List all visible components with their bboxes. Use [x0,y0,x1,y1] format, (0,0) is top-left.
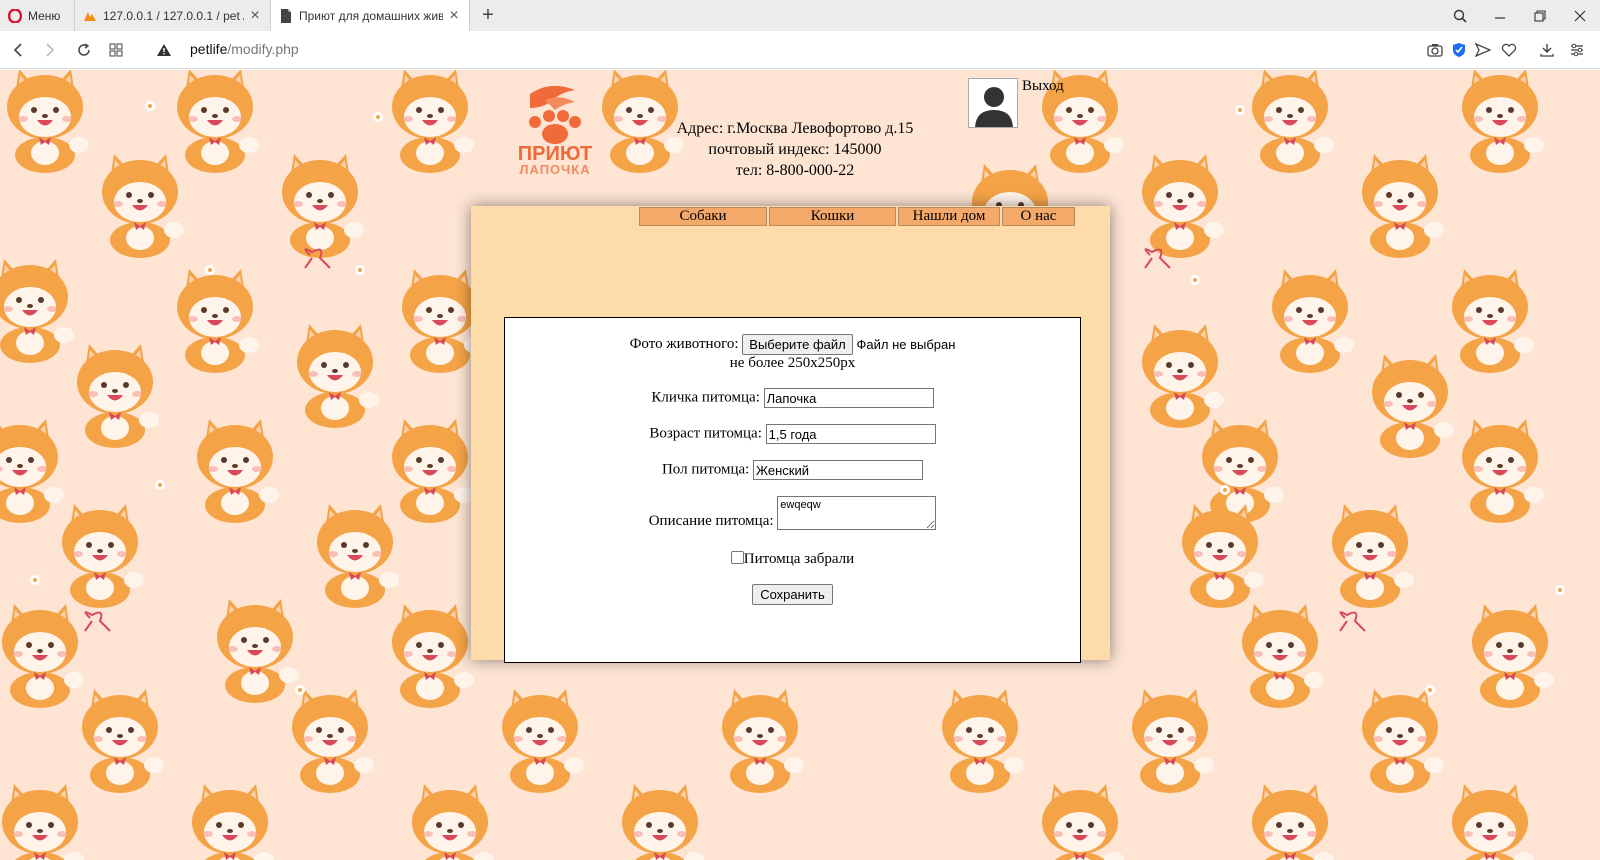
save-row: Сохранить [505,584,1080,605]
heart-icon[interactable] [1498,39,1520,61]
url-path: /modify.php [227,41,299,57]
easy-setup-icon[interactable] [1566,39,1588,61]
phone-line: тел: 8-800-000-22 [735,162,855,179]
url-field[interactable]: petlife/modify.php [190,41,299,57]
save-button[interactable]: Сохранить [752,584,833,605]
main-panel: Собаки Кошки Нашли дом О нас Фото животн… [471,206,1110,663]
sex-row: Пол питомца: [505,460,1080,480]
close-window-icon[interactable] [1560,0,1600,31]
photo-hint-row: не более 250x250px [505,355,1080,372]
search-icon[interactable] [1440,0,1480,31]
address-line: Адрес: г.Москва Левофортово д.15 [676,120,914,137]
photo-row: Фото животного: Выберите файл Файл не вы… [505,334,1080,355]
nav-dogs[interactable]: Собаки [639,207,767,226]
camera-icon[interactable] [1424,39,1446,61]
nav-found-home[interactable]: Нашли дом [898,207,1000,226]
document-icon [279,8,293,23]
file-status: Файл не выбран [856,337,956,352]
close-tab-icon[interactable]: × [248,7,262,23]
restore-icon[interactable] [1520,0,1560,31]
back-icon[interactable] [6,38,30,62]
taken-label: Питомца забрали [743,551,855,567]
insecure-warning-icon[interactable] [152,38,176,62]
name-label: Кличка питомца: [651,389,760,406]
pet-sex-input[interactable] [753,460,924,480]
url-host: petlife [190,41,228,57]
taken-row: Питомца забрали [505,551,1080,568]
tab-phpmyadmin[interactable]: 127.0.0.1 / 127.0.0.1 / pet / × [74,0,270,31]
pet-description-textarea[interactable]: ewqeqw [777,496,937,530]
new-tab-button[interactable]: + [476,3,500,27]
paw-hand-logo-icon: ПРИЮТ ЛАПОЧКА [518,85,592,177]
age-label: Возраст питомца: [649,425,762,442]
main-nav: Собаки Кошки Нашли дом О нас [639,207,1077,226]
logo-text-bottom: ЛАПОЧКА [519,162,590,177]
address-bar: petlife/modify.php [0,31,1600,69]
description-label: Описание питомца: [648,513,774,529]
reload-icon[interactable] [72,38,96,62]
opera-menu-button[interactable]: Меню [0,0,74,31]
close-tab-icon[interactable]: × [447,7,461,23]
photo-label: Фото животного: [629,335,739,352]
pet-age-input[interactable] [765,424,936,444]
tab-title: 127.0.0.1 / 127.0.0.1 / pet / [103,8,244,23]
adblock-shield-icon[interactable] [1448,39,1470,61]
tab-title: Приют для домашних жив [299,8,443,23]
choose-file-button[interactable]: Выберите файл [742,334,853,355]
forward-icon[interactable] [38,38,62,62]
logout-link[interactable]: Выход [1022,78,1064,95]
name-row: Кличка питомца: [505,388,1080,408]
send-icon[interactable] [1472,39,1494,61]
page-viewport: ПРИЮТ ЛАПОЧКА Адрес: г.Москва Левофортов… [0,70,1600,860]
phpmyadmin-icon [83,9,97,23]
minimize-icon[interactable] [1480,0,1520,31]
sex-label: Пол питомца: [661,461,750,478]
shelter-address: Адрес: г.Москва Левофортово д.15 почтовы… [600,118,990,181]
pet-edit-form: Фото животного: Выберите файл Файл не вы… [504,317,1081,663]
age-row: Возраст питомца: [505,424,1080,444]
opera-logo-icon [8,8,22,23]
pet-name-input[interactable] [763,388,934,408]
tabs-grid-icon[interactable] [104,38,128,62]
user-avatar-icon[interactable] [968,78,1018,128]
nav-cats[interactable]: Кошки [769,207,896,226]
description-row: Описание питомца: ewqeqw [505,496,1080,530]
postal-code-line: почтовый индекс: 145000 [708,141,882,158]
photo-size-hint: не более 250x250px [729,355,856,371]
shelter-logo[interactable]: ПРИЮТ ЛАПОЧКА [505,78,605,178]
browser-tab-bar: Меню 127.0.0.1 / 127.0.0.1 / pet / × При… [0,0,1600,31]
pet-taken-checkbox[interactable] [730,551,744,564]
download-icon[interactable] [1536,39,1558,61]
nav-about[interactable]: О нас [1002,207,1075,226]
menu-label: Меню [28,8,61,23]
tab-shelter[interactable]: Приют для домашних жив × [270,0,470,31]
